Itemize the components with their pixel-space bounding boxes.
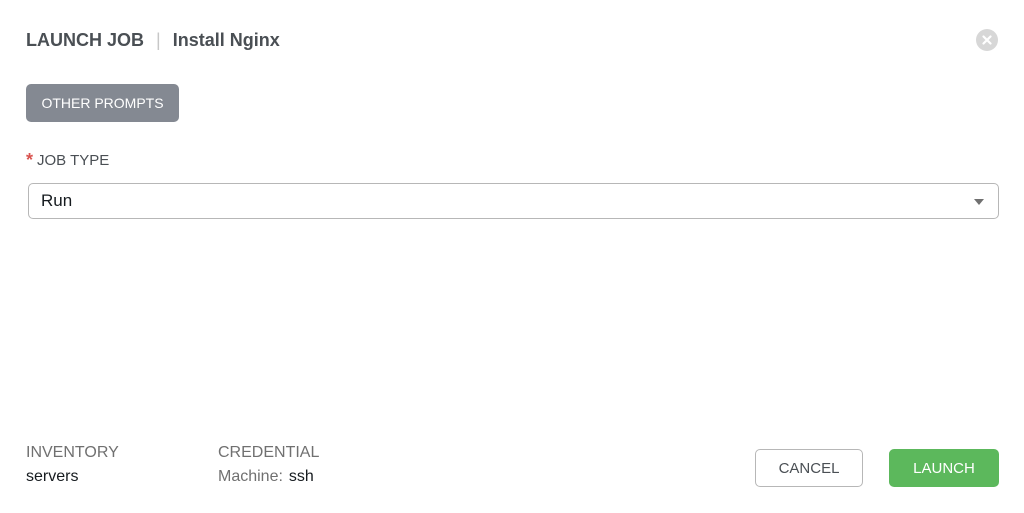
required-asterisk: * (26, 150, 34, 170)
job-type-label: * JOB TYPE (26, 150, 110, 170)
credential-value: ssh (288, 468, 314, 485)
cancel-button[interactable]: CANCEL (755, 449, 863, 487)
launch-button[interactable]: LAUNCH (889, 449, 999, 487)
close-icon[interactable] (976, 29, 998, 51)
job-type-select[interactable]: Run (28, 183, 999, 219)
title-separator: | (156, 29, 161, 50)
job-type-label-text: JOB TYPE (37, 152, 110, 169)
other-prompts-button[interactable]: OTHER PROMPTS (26, 84, 179, 122)
credential-title: CREDENTIAL (218, 444, 320, 461)
credential-summary: CREDENTIAL Machine: ssh (218, 441, 319, 489)
credential-kind: Machine: (218, 468, 283, 485)
job-template-name: Install Nginx (172, 29, 280, 50)
modal-header: LAUNCH JOB | Install Nginx (26, 28, 280, 52)
inventory-value: servers (26, 468, 79, 485)
credential-line: Machine: ssh (218, 465, 319, 489)
launch-job-modal: LAUNCH JOB | Install Nginx OTHER PROMPTS… (0, 0, 1024, 513)
close-x-glyph (982, 35, 992, 45)
inventory-summary: INVENTORY servers (26, 441, 119, 489)
inventory-title: INVENTORY (26, 444, 119, 461)
chevron-down-icon (974, 199, 984, 205)
job-type-selected-value: Run (41, 191, 73, 210)
modal-title: LAUNCH JOB (26, 29, 145, 50)
